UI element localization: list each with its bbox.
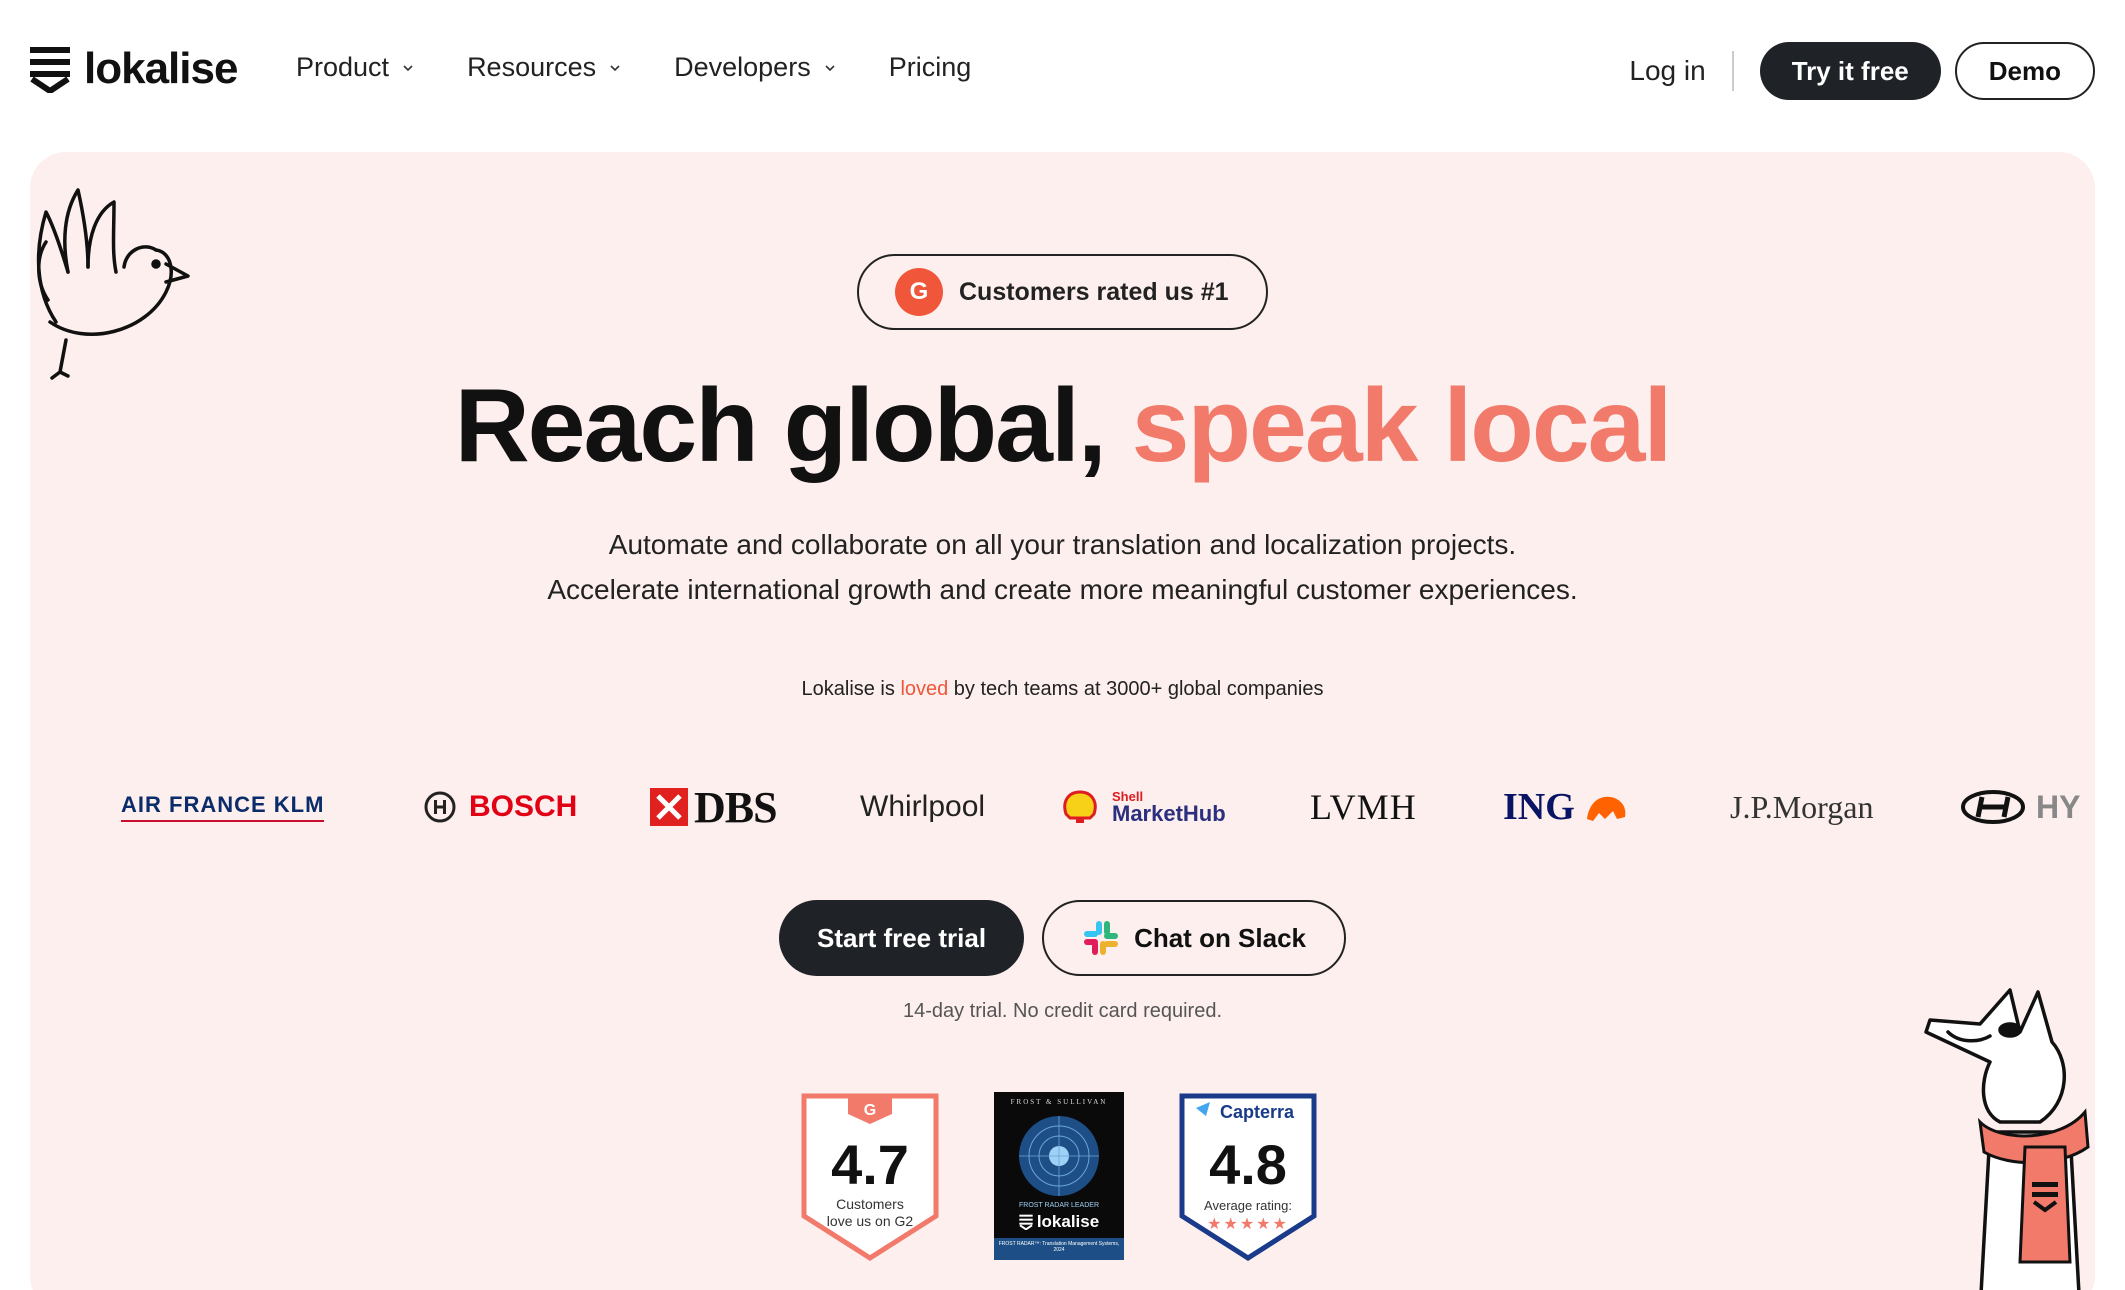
loved-suffix: by tech teams at 3000+ global companies <box>948 678 1324 700</box>
rating-badge[interactable]: G Customers rated us #1 <box>857 254 1268 330</box>
headline-main: Reach global, <box>454 368 1132 484</box>
company-logos: AIR FRANCE KLM BOSCH DBS Whirlpool Shell… <box>30 772 2095 842</box>
g2-award-badge[interactable]: G 4.7 Customers love us on G2 <box>798 1092 942 1262</box>
nav-divider <box>1731 51 1734 91</box>
badge-text: Customers rated us #1 <box>959 277 1229 306</box>
dbs-text: DBS <box>694 782 778 832</box>
capterra-brand: Capterra <box>1220 1102 1295 1122</box>
hyundai-icon <box>1961 790 2025 824</box>
slack-icon <box>1084 921 1119 955</box>
airfrance-klm-logo: AIR FRANCE KLM <box>121 772 325 842</box>
lokalise-logo-icon <box>1019 1214 1033 1230</box>
loved-word: loved <box>900 678 949 700</box>
subtitle-line-1: Automate and collaborate on all your tra… <box>608 529 1517 560</box>
frost-top: FROST & SULLIVAN <box>1010 1098 1108 1106</box>
ing-lion-icon <box>1586 796 1626 821</box>
dbs-logo: DBS <box>650 772 778 842</box>
hero-headline: Reach global, speak local <box>30 367 2095 486</box>
social-proof-text: Lokalise is loved by tech teams at 3000+… <box>30 678 2095 701</box>
markethub-text: MarketHub <box>1112 800 1226 826</box>
menu-developers-label: Developers <box>674 52 811 82</box>
main-menu: Product Resources Developers Pricing <box>296 52 971 83</box>
frost-leader: FROST RADAR LEADER <box>1019 1202 1099 1209</box>
hyundai-logo: HY <box>1960 772 2080 842</box>
try-free-button[interactable]: Try it free <box>1759 42 1941 100</box>
capterra-score: 4.8 <box>1209 1133 1287 1196</box>
shell-markethub-text: Shell MarketHub <box>1112 790 1226 825</box>
logo-text: lokalise <box>84 44 238 93</box>
svg-text:G: G <box>864 1102 876 1119</box>
frost-footer: FROST RADAR™: Translation Management Sys… <box>994 1238 1124 1260</box>
whirlpool-logo: Whirlpool <box>860 772 985 842</box>
shell-icon <box>1063 790 1097 823</box>
g2-icon: G <box>895 268 943 316</box>
dove-illustration <box>36 188 190 380</box>
jpmorgan-logo: J.P.Morgan <box>1730 772 1873 842</box>
radar-icon <box>1019 1116 1099 1196</box>
whirlpool-text: Whirlpool <box>860 790 986 823</box>
chat-on-slack-button[interactable]: Chat on Slack <box>1042 900 1346 976</box>
frost-brand-text: lokalise <box>1036 1212 1100 1231</box>
g2-score: 4.7 <box>831 1133 909 1196</box>
ing-text: ING <box>1503 786 1575 828</box>
menu-resources-label: Resources <box>467 52 597 82</box>
airfrance-text: AIR FRANCE KLM <box>121 792 325 822</box>
hyundai-text: HY <box>2036 788 2081 825</box>
trial-note: 14-day trial. No credit card required. <box>902 1000 1223 1022</box>
lvmh-logo: LVMH <box>1310 772 1417 842</box>
demo-button[interactable]: Demo <box>1954 42 2095 100</box>
subtitle-line-2: Accelerate international growth and crea… <box>547 574 1578 605</box>
menu-pricing[interactable]: Pricing <box>889 52 972 83</box>
slack-label: Chat on Slack <box>1134 922 1306 953</box>
menu-developers[interactable]: Developers <box>674 52 837 83</box>
chevron-down-icon <box>610 64 620 71</box>
shell-markethub-logo: Shell MarketHub <box>1062 772 1226 842</box>
headline-accent: speak local <box>1131 368 1673 484</box>
capterra-stars: ★★★★★ <box>1207 1216 1289 1233</box>
bosch-icon <box>424 791 456 823</box>
cta-row: Start free trial Chat on Slack <box>30 900 2095 976</box>
bosch-text: BOSCH <box>469 790 578 823</box>
g2-line1: Customers <box>836 1196 904 1212</box>
frost-radar-badge[interactable]: FROST & SULLIVAN FROST RADAR LEADER loka… <box>994 1092 1124 1260</box>
login-link[interactable]: Log in <box>1629 55 1705 87</box>
g2-line2: love us on G2 <box>826 1213 914 1229</box>
loved-prefix: Lokalise is <box>801 678 901 700</box>
chevron-down-icon <box>825 64 835 71</box>
dbs-icon <box>650 788 688 826</box>
menu-product[interactable]: Product <box>296 52 415 83</box>
chevron-down-icon <box>403 64 413 71</box>
top-nav: lokalise Product Resources Developers Pr… <box>0 0 2125 145</box>
capterra-award-badge[interactable]: Capterra 4.8 Average rating: ★★★★★ <box>1176 1092 1320 1262</box>
menu-product-label: Product <box>296 52 390 82</box>
start-free-trial-button[interactable]: Start free trial <box>778 900 1025 976</box>
menu-resources[interactable]: Resources <box>467 52 622 83</box>
lokalise-logo-icon <box>30 47 70 93</box>
lvmh-text: LVMH <box>1310 787 1417 827</box>
hero-subtitle: Automate and collaborate on all your tra… <box>30 522 2095 612</box>
ing-logo: ING <box>1503 772 1629 842</box>
jpmorgan-text: J.P.Morgan <box>1730 788 1874 825</box>
capterra-label: Average rating: <box>1204 1198 1292 1213</box>
bosch-logo: BOSCH <box>423 772 577 842</box>
frost-brand: lokalise <box>994 1212 1124 1232</box>
fox-illustration <box>1924 988 2090 1290</box>
menu-pricing-label: Pricing <box>888 52 972 82</box>
lokalise-logo[interactable]: lokalise <box>30 44 238 94</box>
nav-actions: Log in Try it free Demo <box>1629 42 2095 100</box>
hero-section: G Customers rated us #1 Reach global, sp… <box>30 152 2095 1290</box>
awards-row: G 4.7 Customers love us on G2 FROST & SU… <box>798 1092 1320 1262</box>
